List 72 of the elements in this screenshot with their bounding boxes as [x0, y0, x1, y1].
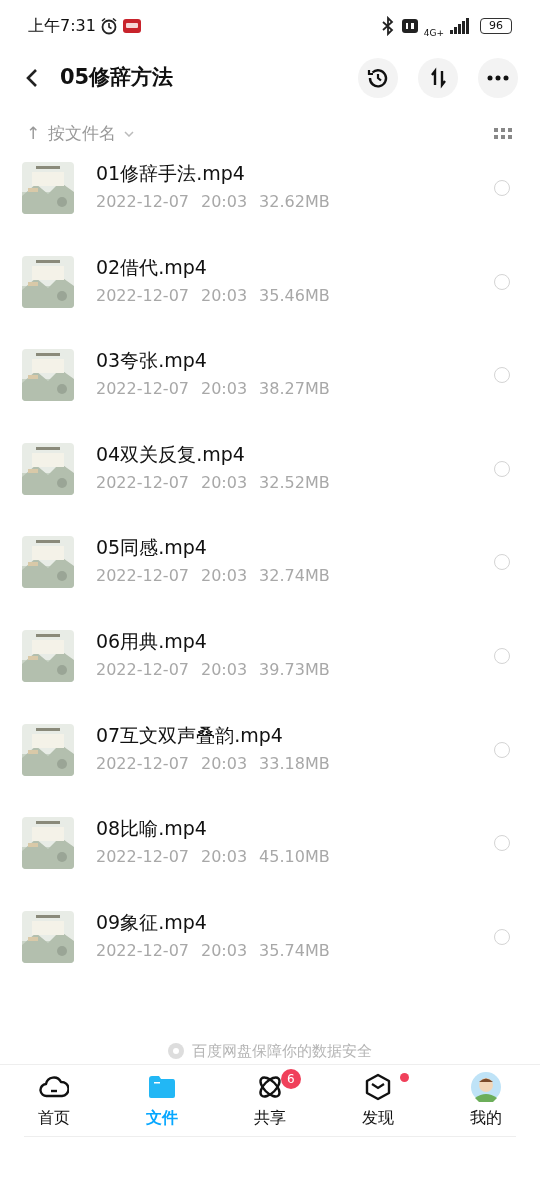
file-time: 20:03: [201, 658, 248, 681]
avatar-icon: [471, 1071, 501, 1102]
file-name: 03夸张.mp4: [96, 348, 208, 374]
file-date: 2022-12-07: [96, 939, 189, 962]
file-time: 20:03: [201, 378, 248, 401]
history-button[interactable]: [358, 58, 398, 98]
sort-button[interactable]: [418, 58, 458, 98]
file-size: 32.74MB: [259, 565, 330, 588]
folder-title: 05修辞方法: [60, 64, 174, 92]
tab-item[interactable]: 共享 6: [216, 1065, 324, 1136]
file-size: 39.73MB: [259, 658, 330, 681]
security-note: 百度网盘保障你的数据安全: [192, 1040, 372, 1062]
alarm-icon: [99, 17, 118, 35]
grid-view-icon[interactable]: [494, 128, 512, 140]
file-size: 45.10MB: [259, 846, 330, 869]
file-name: 09象征.mp4: [96, 909, 208, 935]
file-name: 06用典.mp4: [96, 628, 208, 654]
file-row[interactable]: 04双关反复.mp4 2022-12-07 20:03 32.52MB: [0, 434, 540, 529]
file-size: 32.62MB: [259, 191, 330, 213]
cube-icon: [365, 1072, 391, 1101]
more-button[interactable]: [478, 58, 518, 98]
file-name: 04双关反复.mp4: [96, 441, 246, 467]
back-icon[interactable]: [24, 67, 40, 89]
file-date: 2022-12-07: [96, 284, 189, 307]
file-row[interactable]: 05同感.mp4 2022-12-07 20:03 32.74MB: [0, 528, 540, 622]
file-date: 2022-12-07: [96, 378, 189, 401]
file-time: 20:03: [201, 284, 248, 307]
file-row[interactable]: 02借代.mp4 2022-12-07 20:03 35.46MB: [0, 247, 540, 342]
history-icon: [366, 66, 390, 90]
file-row[interactable]: 06用典.mp4 2022-12-07 20:03 39.73MB: [0, 621, 540, 716]
file-date: 2022-12-07: [96, 846, 189, 869]
file-name: 08比喻.mp4: [96, 816, 208, 842]
battery-indicator: 96: [480, 18, 512, 34]
file-date: 2022-12-07: [96, 752, 189, 775]
folder-icon: [148, 1074, 176, 1099]
app-notification-icon: [121, 17, 142, 35]
shield-icon: [168, 1043, 184, 1059]
file-time: 20:03: [201, 565, 248, 588]
file-date: 2022-12-07: [96, 565, 189, 588]
status-time: 上午7:31: [28, 15, 96, 37]
file-time: 20:03: [201, 846, 248, 869]
file-time: 20:03: [201, 752, 248, 775]
file-name: 02借代.mp4: [96, 254, 208, 280]
file-name: 01修辞手法.mp4: [96, 161, 246, 186]
file-size: 35.46MB: [259, 284, 330, 307]
file-date: 2022-12-07: [96, 658, 189, 681]
notification-badge: 6: [280, 1069, 301, 1089]
file-date: 2022-12-07: [96, 471, 189, 494]
file-time: 20:03: [201, 939, 248, 962]
file-size: 35.74MB: [259, 939, 330, 962]
file-row[interactable]: 09象征.mp4 2022-12-07 20:03 35.74MB: [0, 902, 540, 997]
file-size: 38.27MB: [259, 378, 330, 401]
file-row[interactable]: 01修辞手法.mp4 2022-12-07 20:03 32.62MB: [0, 154, 540, 248]
file-row[interactable]: 07互文双声叠韵.mp4 2022-12-07 20:03 33.18MB: [0, 715, 540, 810]
file-size: 32.52MB: [259, 471, 330, 494]
file-row[interactable]: 03夸张.mp4 2022-12-07 20:03 38.27MB: [0, 341, 540, 435]
cloud-icon: [39, 1073, 69, 1100]
tab-item[interactable]: 发现: [324, 1065, 432, 1136]
more-icon: [487, 75, 509, 81]
signal-icon: [450, 18, 470, 34]
network-type: 4G+: [423, 28, 444, 38]
file-name: 05同感.mp4: [96, 535, 208, 561]
file-name: 07互文双声叠韵.mp4: [96, 722, 284, 748]
file-time: 20:03: [201, 191, 248, 213]
file-time: 20:03: [201, 471, 248, 494]
file-size: 33.18MB: [259, 752, 330, 775]
tab-item[interactable]: 首页: [0, 1065, 108, 1136]
hd-icon: [401, 19, 418, 33]
file-date: 2022-12-07: [96, 191, 189, 213]
chevron-down-icon: [124, 131, 135, 137]
file-row[interactable]: 08比喻.mp4 2022-12-07 20:03 45.10MB: [0, 809, 540, 903]
tab-item[interactable]: 我的: [432, 1065, 540, 1136]
